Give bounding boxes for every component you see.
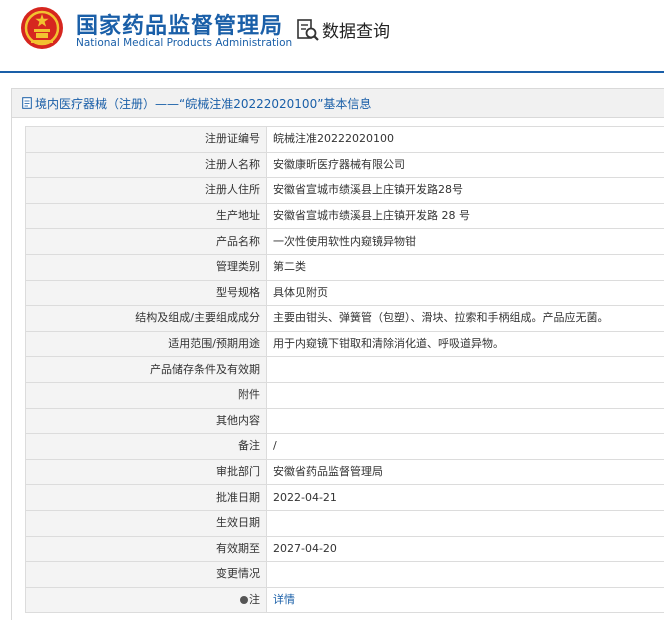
field-label: 变更情况: [25, 561, 267, 588]
table-row: 产品储存条件及有效期: [25, 356, 664, 383]
table-row: 生产地址 安徽省宣城市绩溪县上庄镇开发路 28 号: [25, 202, 664, 230]
panel-title-bar: 境内医疗器械（注册）——“皖械注准20222020100”基本信息: [12, 89, 664, 118]
table-row: 变更情况: [25, 561, 664, 588]
field-value: 安徽省宣城市绩溪县上庄镇开发路 28 号: [266, 202, 664, 230]
field-value: 主要由钳头、弹簧管（包塑）、滑块、拉索和手柄组成。产品应无菌。: [266, 305, 664, 332]
org-name-en: National Medical Products Administration: [76, 37, 293, 49]
field-label: 附件: [25, 381, 267, 409]
field-value: 皖械注准20222020100: [266, 126, 664, 153]
field-value: [266, 561, 664, 588]
table-row: 有效期至 2027-04-20: [25, 535, 664, 563]
table-row: 适用范围/预期用途 用于内窥镜下钳取和清除消化道、呼吸道异物。: [25, 330, 664, 358]
field-label: 审批部门: [25, 458, 267, 486]
table-row: 批准日期 2022-04-21: [25, 484, 664, 511]
field-value: /: [266, 433, 664, 460]
field-label: 产品储存条件及有效期: [25, 356, 267, 383]
site-header: 国家药品监督管理局 National Medical Products Admi…: [0, 0, 664, 70]
table-row: 管理类别 第二类: [25, 253, 664, 281]
table-row: 审批部门 安徽省药品监督管理局: [25, 458, 664, 486]
field-label: 批准日期: [25, 484, 267, 511]
field-label: 产品名称: [25, 228, 267, 255]
field-value: [266, 381, 664, 409]
document-icon: [22, 97, 32, 109]
document-search-icon: [297, 19, 319, 41]
field-value: 2022-04-21: [266, 484, 664, 511]
field-value: 2027-04-20: [266, 535, 664, 563]
table-row: 结构及组成/主要组成成分 主要由钳头、弹簧管（包塑）、滑块、拉索和手柄组成。产品应…: [25, 305, 664, 332]
table-row: 注册人名称 安徽康昕医疗器械有限公司: [25, 151, 664, 179]
table-row: 备注 /: [25, 433, 664, 460]
table-row: 注册人住所 安徽省宣城市绩溪县上庄镇开发路28号: [25, 177, 664, 204]
table-row: 注册证编号 皖械注准20222020100: [25, 126, 664, 153]
national-emblem-icon: [21, 7, 63, 49]
field-value: 用于内窥镜下钳取和清除消化道、呼吸道异物。: [266, 330, 664, 358]
field-value: 安徽省药品监督管理局: [266, 458, 664, 486]
field-value: 安徽康昕医疗器械有限公司: [266, 151, 664, 179]
table-row: 附件: [25, 381, 664, 409]
field-label: 结构及组成/主要组成成分: [25, 305, 267, 332]
note-value-cell: 详情: [266, 586, 664, 614]
info-table-container: 注册证编号 皖械注准20222020100 注册人名称 安徽康昕医疗器械有限公司 注…: [25, 126, 664, 614]
field-label: 型号规格: [25, 279, 267, 307]
page-title: 数据查询: [322, 22, 390, 42]
info-dot-icon: [240, 595, 248, 604]
info-table: 注册证编号 皖械注准20222020100 注册人名称 安徽康昕医疗器械有限公司 注…: [25, 126, 664, 614]
field-value: 安徽省宣城市绩溪县上庄镇开发路28号: [266, 177, 664, 204]
field-label: 生产地址: [25, 202, 267, 230]
info-panel: 境内医疗器械（注册）——“皖械注准20222020100”基本信息 注册证编号皖…: [11, 88, 664, 620]
table-row: 生效日期: [25, 509, 664, 537]
table-row: 其他内容: [25, 407, 664, 435]
table-row: 型号规格 具体见附页: [25, 279, 664, 307]
field-label: 管理类别: [25, 253, 267, 281]
field-label: 适用范围/预期用途: [25, 330, 267, 358]
field-label: 其他内容: [25, 407, 267, 435]
org-name-cn: 国家药品监督管理局: [76, 14, 284, 39]
field-value: 第二类: [266, 253, 664, 281]
field-value: 具体见附页: [266, 279, 664, 307]
field-label: 注册人名称: [25, 151, 267, 179]
field-value: [266, 356, 664, 383]
detail-link[interactable]: 详情: [273, 593, 295, 606]
field-value: [266, 407, 664, 435]
field-label: 备注: [25, 433, 267, 460]
field-label: 注册人住所: [25, 177, 267, 204]
panel-title: 境内医疗器械（注册）——“皖械注准20222020100”基本信息: [35, 96, 372, 111]
note-label: 注: [249, 592, 260, 606]
field-value: 一次性使用软性内窥镜异物钳: [266, 228, 664, 255]
field-label: 注册证编号: [25, 126, 267, 153]
field-label: 生效日期: [25, 509, 267, 537]
header-divider: [0, 71, 664, 73]
field-value: [266, 509, 664, 537]
note-label-cell: 注: [25, 586, 267, 614]
field-label: 有效期至: [25, 535, 267, 563]
table-row: 产品名称 一次性使用软性内窥镜异物钳: [25, 228, 664, 255]
note-row: 注 详情: [25, 586, 664, 614]
